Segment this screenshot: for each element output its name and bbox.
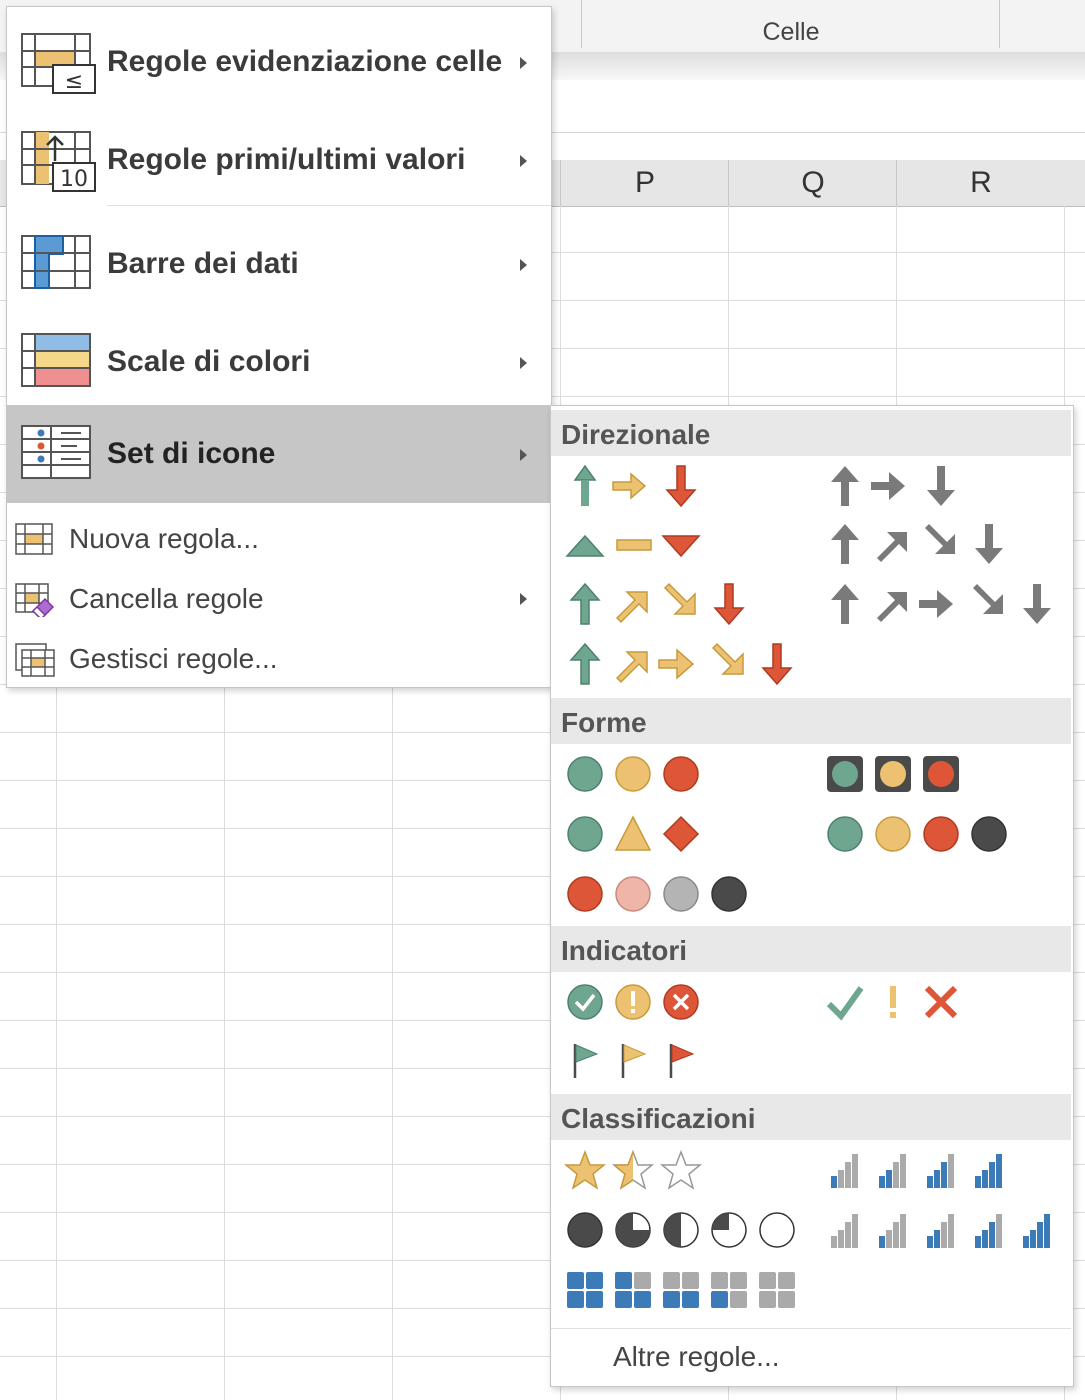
column-header-q[interactable]: Q bbox=[728, 160, 897, 206]
highlight-cells-rules-icon: ≤ bbox=[21, 33, 96, 94]
icon-set-3-flags[interactable] bbox=[561, 1040, 711, 1094]
icon-set-3-triangles[interactable] bbox=[561, 528, 711, 582]
icon-set-4-ratings[interactable] bbox=[821, 1150, 1021, 1204]
menu-item-icon-sets[interactable]: Set di icone bbox=[7, 405, 551, 503]
icon-set-4-traffic-lights[interactable] bbox=[821, 814, 1021, 868]
menu-item-label: Gestisci regole... bbox=[69, 643, 278, 674]
menu-separator bbox=[107, 205, 551, 206]
icon-set-3-traffic-lights-rimmed[interactable] bbox=[821, 754, 971, 808]
section-header-shapes: Forme bbox=[551, 698, 1071, 744]
svg-text:10: 10 bbox=[60, 167, 88, 192]
menu-item-top-bottom-rules[interactable]: 10 Regole primi/ultimi valori bbox=[7, 111, 551, 209]
more-rules-label: Altre regole... bbox=[613, 1341, 780, 1372]
submenu-arrow-icon bbox=[520, 593, 527, 605]
column-header-p[interactable]: P bbox=[560, 160, 729, 206]
icon-set-3-symbols[interactable] bbox=[821, 982, 971, 1036]
top-bottom-rules-icon: 10 bbox=[21, 131, 96, 192]
menu-item-label: Set di icone bbox=[107, 437, 276, 470]
icon-set-3-traffic-lights-unrimmed[interactable] bbox=[561, 754, 711, 808]
icon-set-5-arrows-gray[interactable] bbox=[821, 582, 1071, 636]
icon-set-3-arrows-colored[interactable] bbox=[561, 464, 711, 518]
icon-set-red-to-black[interactable] bbox=[561, 874, 761, 928]
manage-rules-icon bbox=[15, 643, 55, 677]
menu-item-new-rule[interactable]: Nuova regola... bbox=[7, 509, 551, 569]
icon-set-5-ratings[interactable] bbox=[821, 1210, 1071, 1264]
menu-item-label: Regole primi/ultimi valori bbox=[107, 143, 466, 176]
section-header-indicators: Indicatori bbox=[551, 926, 1071, 972]
menu-item-highlight-cells-rules[interactable]: ≤ Regole evidenziazione celle bbox=[7, 13, 551, 111]
submenu-arrow-icon bbox=[520, 357, 527, 369]
menu-item-color-scales[interactable]: Scale di colori bbox=[7, 313, 551, 411]
menu-item-manage-rules[interactable]: Gestisci regole... bbox=[7, 629, 551, 689]
icon-set-3-symbols-circled[interactable] bbox=[561, 982, 711, 1036]
icon-set-4-arrows-gray[interactable] bbox=[821, 522, 1021, 576]
icon-set-4-arrows-colored[interactable] bbox=[561, 582, 761, 636]
data-bars-icon bbox=[21, 235, 91, 289]
icon-set-3-signs[interactable] bbox=[561, 814, 711, 868]
new-rule-icon bbox=[15, 523, 53, 555]
icon-set-3-arrows-gray[interactable] bbox=[821, 464, 971, 518]
icon-sets-submenu: Direzionale Forme Indicatori Classificaz… bbox=[550, 405, 1074, 1387]
submenu-arrow-icon bbox=[520, 155, 527, 167]
icon-set-5-quarters[interactable] bbox=[561, 1210, 811, 1264]
section-header-ratings: Classificazioni bbox=[551, 1094, 1071, 1140]
icon-set-5-boxes[interactable] bbox=[561, 1270, 811, 1324]
ribbon-group-label: Celle bbox=[762, 18, 820, 46]
svg-text:≤: ≤ bbox=[65, 69, 83, 94]
icon-set-5-arrows-colored[interactable] bbox=[561, 642, 811, 696]
menu-item-label: Barre dei dati bbox=[107, 247, 299, 280]
menu-item-data-bars[interactable]: Barre dei dati bbox=[7, 215, 551, 313]
menu-item-label: Scale di colori bbox=[107, 345, 311, 378]
section-header-directional: Direzionale bbox=[551, 410, 1071, 456]
menu-item-clear-rules[interactable]: Cancella regole bbox=[7, 569, 551, 629]
bars-1 bbox=[831, 1154, 858, 1188]
section-title: Forme bbox=[561, 707, 647, 738]
submenu-arrow-icon bbox=[520, 57, 527, 69]
icon-sets-icon bbox=[21, 425, 91, 479]
submenu-arrow-icon bbox=[520, 259, 527, 271]
submenu-arrow-icon bbox=[520, 449, 527, 461]
section-title: Indicatori bbox=[561, 935, 688, 966]
menu-item-label: Cancella regole bbox=[69, 583, 264, 614]
color-scales-icon bbox=[21, 333, 91, 387]
menu-item-label: Nuova regola... bbox=[69, 523, 259, 554]
more-rules-button[interactable]: Altre regole... bbox=[551, 1328, 1071, 1387]
clear-rules-icon bbox=[15, 583, 55, 617]
section-title: Direzionale bbox=[561, 419, 711, 450]
conditional-formatting-menu: ≤ Regole evidenziazione celle 10 Regole … bbox=[6, 6, 552, 688]
menu-item-label: Regole evidenziazione celle bbox=[107, 45, 503, 78]
section-title: Classificazioni bbox=[561, 1103, 756, 1134]
icon-set-3-stars[interactable] bbox=[561, 1150, 711, 1204]
column-header-r[interactable]: R bbox=[896, 160, 1065, 206]
